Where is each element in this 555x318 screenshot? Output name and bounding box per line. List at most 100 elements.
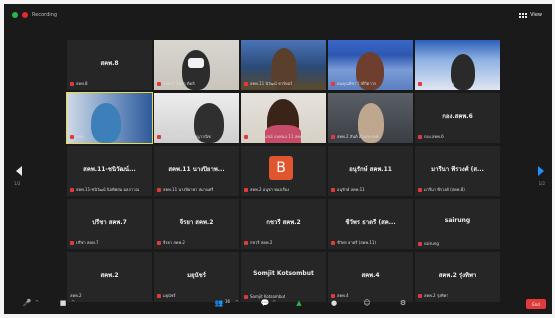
participant-tile[interactable]: สคพ.2 สันต์ อัญประสงค์ <box>328 93 413 143</box>
participant-name: สคพ.2 รุ่งทิพา <box>438 272 477 279</box>
chevron-up-icon[interactable]: ^ <box>272 300 276 306</box>
recording-indicator[interactable]: Recording <box>12 12 57 18</box>
participant-label: สคพ. <box>70 133 85 140</box>
muted-mic-icon <box>331 134 335 139</box>
participant-label: คนคุณทิชา ไวทีวิดาวร <box>331 80 376 87</box>
participant-name: กชวรี สคพ.2 <box>266 219 301 226</box>
muted-mic-icon <box>418 134 422 139</box>
participant-tile[interactable]: sairung sairung <box>415 199 500 249</box>
next-page-arrow-icon[interactable] <box>538 166 544 176</box>
muted-mic-icon <box>418 187 422 192</box>
participant-name: มยุนัชร์ <box>187 272 206 279</box>
page-indicator-left: 1/2 <box>14 181 21 186</box>
participant-tile[interactable]: สคพ.8 สคพ.8 <box>67 40 152 90</box>
participant-label: สคพ.ทัศพร อินวิน <box>418 80 454 87</box>
chat-icon[interactable]: 💬 <box>260 298 270 308</box>
participant-tile[interactable]: นพนีย์ สุนรณ์ ลบพนภ.11 สคพ.8 <box>241 93 326 143</box>
page-indicator-right: 1/2 <box>538 181 545 186</box>
reactions-icon[interactable]: ☺ <box>362 298 372 308</box>
gallery-view-icon <box>519 12 528 18</box>
end-meeting-button[interactable]: End <box>526 299 546 309</box>
participant-name: สคพ.11-ชนิวัฒน์... <box>83 166 136 173</box>
muted-mic-icon <box>331 187 335 192</box>
prev-page-arrow-icon[interactable] <box>16 166 22 176</box>
muted-mic-icon <box>70 81 74 86</box>
participant-label: กชวรี สคพ.2 <box>244 239 272 246</box>
muted-mic-icon <box>70 240 74 245</box>
muted-mic-icon <box>244 134 248 139</box>
muted-mic-icon <box>418 241 422 246</box>
participant-tile[interactable]: สคพ.11 นิวัฒน์ ชาร์ทอร์ <box>241 40 326 90</box>
muted-mic-icon <box>157 240 161 245</box>
participant-label: สคพ.2 สันต์ อัญประสงค์ <box>331 133 379 140</box>
microphone-icon[interactable]: 🎤 <box>22 298 32 308</box>
participant-name: สคพ.2 <box>100 272 119 279</box>
participant-tile[interactable]: จีรยา สคพ.2 จีรยา สคพ.2 <box>154 199 239 249</box>
participant-label: สคพ.8 <box>70 80 88 87</box>
participant-name: สคพ.8 <box>100 60 119 67</box>
participant-name: ปรีชา สคพ.7 <box>92 219 127 226</box>
participant-label: sairung <box>418 241 439 246</box>
participant-label: ปรีชา สคพ.7 <box>70 239 99 246</box>
muted-mic-icon <box>157 134 161 139</box>
record-icon <box>22 12 28 18</box>
participant-label: สคพ.11 นิวัฒน์ ชาร์ทอร์ <box>244 80 292 87</box>
participant-tile[interactable]: ปรีชา สคพ.7 ปรีชา สคพ.7 <box>67 199 152 249</box>
face-mask-image <box>188 58 204 68</box>
record-button-icon[interactable]: ● <box>329 298 339 308</box>
participant-tile[interactable]: สคพ.11-ชนิวัฒน์... สคพ.11-ชนิวัฒน์ นิลทิ… <box>67 146 152 196</box>
chevron-up-icon[interactable]: ^ <box>235 300 239 306</box>
chevron-up-icon[interactable]: ^ <box>71 300 75 306</box>
top-bar: Recording View <box>4 4 552 28</box>
participant-tile[interactable]: สคพ.7 นิตยา ติดลิ <box>154 40 239 90</box>
video-camera-icon[interactable]: ■ <box>58 298 68 308</box>
participant-label: จีรยา สคพ.2 <box>157 239 185 246</box>
security-icon[interactable] <box>12 12 18 18</box>
participant-name: กอง.สคพ.6 <box>442 113 473 120</box>
participant-label: สคพ.2 สันต์เรซ ภาณุวาณิช <box>157 133 211 140</box>
participant-name: sairung <box>444 217 471 224</box>
view-button[interactable]: View <box>519 12 542 18</box>
avatar: B <box>269 156 293 180</box>
participant-tile[interactable]: สคพ.ทัศพร อินวิน <box>415 40 500 90</box>
muted-mic-icon <box>418 81 422 86</box>
participant-tile[interactable]: สคพ.2 สันต์เรซ ภาณุวาณิช <box>154 93 239 143</box>
share-screen-icon[interactable]: ▲ <box>294 298 304 308</box>
participant-label: สคพ.11 นางปิยาพา สมานศรี <box>157 186 213 193</box>
participant-label: สคพ.11-ชนิวัฒน์ นิลทิศสม ผลภาวณ <box>70 186 139 193</box>
chevron-up-icon[interactable]: ^ <box>35 300 39 306</box>
recording-label: Recording <box>32 12 58 18</box>
participant-label: อนุรักษ์ สคพ.11 <box>331 186 365 193</box>
participant-tile[interactable]: กชวรี สคพ.2 กชวรี สคพ.2 <box>241 199 326 249</box>
meeting-window: Recording View 1/2 1/2 สคพ.8 สคพ.8 สคพ.7… <box>4 4 552 314</box>
participant-tile[interactable]: อนุรักษ์ สคพ.11 อนุรักษ์ สคพ.11 <box>328 146 413 196</box>
muted-mic-icon <box>157 81 161 86</box>
participant-tile[interactable]: B สคพ.2 อนุชา ทองเรือง <box>241 146 326 196</box>
participant-tile[interactable]: คนคุณทิชา ไวทีวิดาวร <box>328 40 413 90</box>
muted-mic-icon <box>70 134 74 139</box>
participant-tile[interactable]: ชีวัพร ธาตรี (สค... ชีวัพร ธาตรี (สคพ.11… <box>328 199 413 249</box>
participant-label: สคพ.2 อนุชา ทองเรือง <box>244 186 289 193</box>
participant-name: สคพ.11 นางปิยาพ... <box>168 166 225 173</box>
participant-name: มารีนา พีรวงศ์ (ส... <box>431 166 484 173</box>
participant-label: ชีวัพร ธาตรี (สคพ.11) <box>331 239 376 246</box>
participant-video <box>91 103 121 143</box>
muted-mic-icon <box>244 240 248 245</box>
muted-mic-icon <box>70 187 74 192</box>
participant-label: กอง.สคพ.6 <box>418 133 444 140</box>
participants-icon[interactable]: 👥 <box>214 298 224 308</box>
participant-tile[interactable]: มารีนา พีรวงศ์ (ส... มารีนา พีรวงศ์ (สคพ… <box>415 146 500 196</box>
participant-tile-active-speaker[interactable]: สคพ. <box>66 92 153 144</box>
apps-icon[interactable]: ⚙ <box>398 298 408 308</box>
participant-name: อนุรักษ์ สคพ.11 <box>349 166 392 173</box>
muted-mic-icon <box>331 240 335 245</box>
participant-tile[interactable]: สคพ.11 นางปิยาพ... สคพ.11 นางปิยาพา สมาน… <box>154 146 239 196</box>
muted-mic-icon <box>331 81 335 86</box>
meeting-toolbar: 🎤 ^ ■ ^ 👥 36 ^ 💬 ^ ▲ ● ☺ ⚙ End <box>4 294 552 314</box>
view-label: View <box>530 12 542 18</box>
participant-name: Somjit Kotsombut <box>253 270 314 277</box>
muted-mic-icon <box>244 81 248 86</box>
participant-tile[interactable]: กอง.สคพ.6 กอง.สคพ.6 <box>415 93 500 143</box>
participant-video <box>451 54 475 90</box>
participant-label: สคพ.7 นิตยา ติดลิ <box>157 80 195 87</box>
